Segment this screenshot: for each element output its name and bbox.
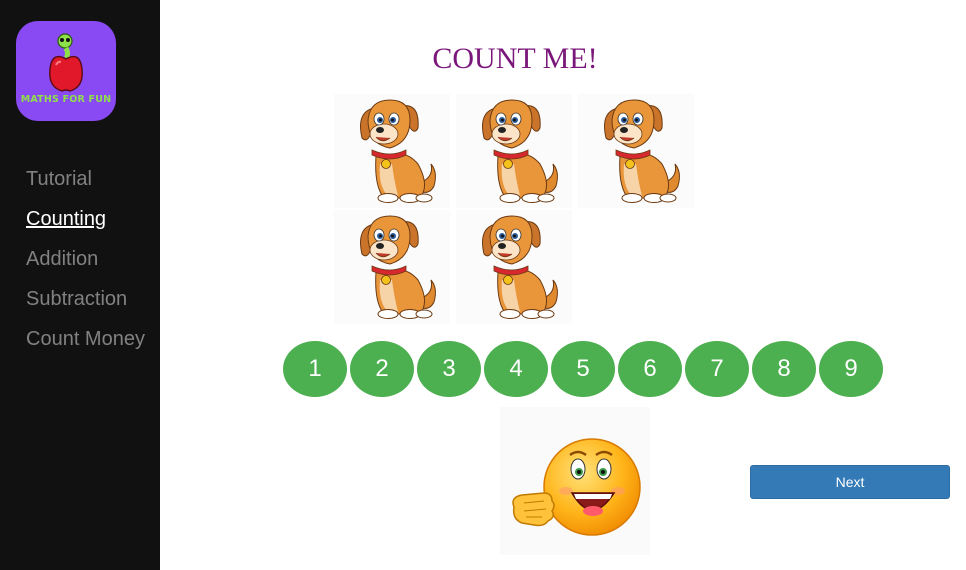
- next-button[interactable]: Next: [750, 465, 950, 499]
- dog-image: [456, 210, 572, 324]
- dog-image: [334, 94, 450, 208]
- app-logo[interactable]: MATHS FOR FUN: [16, 21, 116, 121]
- dog-image: [578, 94, 694, 208]
- page-title: COUNT ME!: [432, 42, 598, 75]
- number-button-2[interactable]: 2: [350, 341, 414, 397]
- feedback-image: [500, 407, 650, 555]
- happy-emoji-icon: [512, 438, 641, 536]
- sidebar-nav: Tutorial Counting Addition Subtraction C…: [26, 166, 145, 366]
- number-button-1[interactable]: 1: [283, 341, 347, 397]
- number-button-4[interactable]: 4: [484, 341, 548, 397]
- sidebar-item-counting[interactable]: Counting: [26, 206, 145, 246]
- dog-icon: [578, 94, 694, 208]
- apple-icon: [49, 33, 83, 92]
- dog-icon: [334, 210, 450, 324]
- dog-icon: [456, 210, 572, 324]
- number-button-3[interactable]: 3: [417, 341, 481, 397]
- dog-icon: [456, 94, 572, 208]
- logo-text: MATHS FOR FUN: [20, 94, 112, 105]
- number-button-8[interactable]: 8: [752, 341, 816, 397]
- dog-image: [456, 94, 572, 208]
- sidebar-item-subtraction[interactable]: Subtraction: [26, 286, 145, 326]
- sidebar-item-addition[interactable]: Addition: [26, 246, 145, 286]
- dog-icon: [334, 94, 450, 208]
- number-button-5[interactable]: 5: [551, 341, 615, 397]
- number-button-9[interactable]: 9: [819, 341, 883, 397]
- sidebar: MATHS FOR FUN Tutorial Counting Addition…: [0, 0, 160, 570]
- dog-image: [334, 210, 450, 324]
- number-button-6[interactable]: 6: [618, 341, 682, 397]
- sidebar-item-count-money[interactable]: Count Money: [26, 326, 145, 366]
- sidebar-item-tutorial[interactable]: Tutorial: [26, 166, 145, 206]
- number-button-7[interactable]: 7: [685, 341, 749, 397]
